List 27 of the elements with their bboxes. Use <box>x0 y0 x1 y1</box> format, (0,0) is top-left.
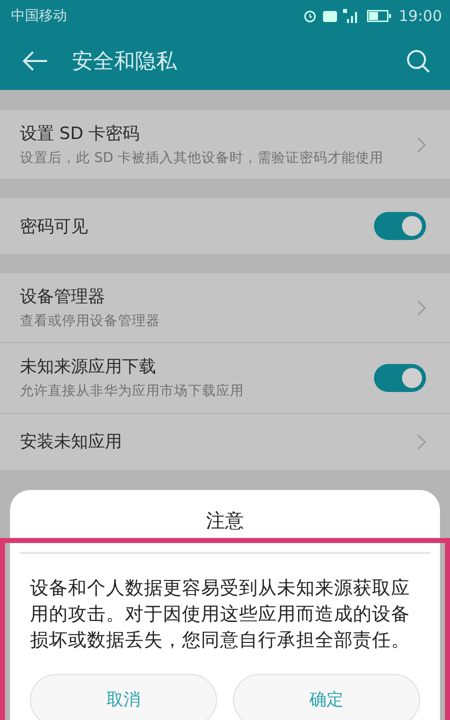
dialog-message: 设备和个人数据更容易受到从未知来源获取应用的攻击。对于因使用这些应用而造成的设备损坏或数据丢失，您同意自行承担全部责任。 <box>29 577 411 653</box>
battery-icon <box>366 10 391 22</box>
setting-description: 设置后，此 SD 卡被插入其他设备时，需验证密码才能使用 <box>20 149 385 168</box>
back-arrow-icon[interactable] <box>22 50 48 72</box>
settings-row[interactable]: 设置 SD 卡密码 设置后，此 SD 卡被插入其他设备时，需验证密码才能使用 <box>0 110 450 180</box>
setting-title: 设备管理器 <box>20 286 106 308</box>
alarm-icon <box>302 9 317 23</box>
setting-title: 密码可见 <box>20 216 89 238</box>
settings-row[interactable]: 未知来源应用下载 允许直接从非华为应用市场下载应用 <box>0 343 450 414</box>
setting-title: 未知来源应用下载 <box>20 356 157 378</box>
toggle-switch[interactable] <box>374 364 426 392</box>
dialog-title: 注意 <box>206 509 244 534</box>
chevron-icon <box>417 136 426 153</box>
settings-row[interactable]: 安装未知应用 <box>0 414 450 471</box>
clock-time: 19:00 <box>398 7 442 25</box>
settings-row[interactable]: 设备管理器 查看或停用设备管理器 <box>0 273 450 344</box>
page-title: 安全和隐私 <box>72 48 178 75</box>
toggle-switch[interactable] <box>374 212 426 240</box>
search-icon[interactable] <box>406 49 430 73</box>
setting-title: 设置 SD 卡密码 <box>20 123 141 145</box>
carrier-name: 中国移动 <box>11 7 67 25</box>
setting-description: 查看或停用设备管理器 <box>20 312 161 330</box>
chevron-icon <box>417 300 426 316</box>
setting-description: 允许直接从非华为应用市场下载应用 <box>20 382 245 401</box>
chevron-icon <box>417 434 426 450</box>
settings-row[interactable]: 密码可见 <box>0 198 450 256</box>
setting-title: 安装未知应用 <box>20 431 123 454</box>
